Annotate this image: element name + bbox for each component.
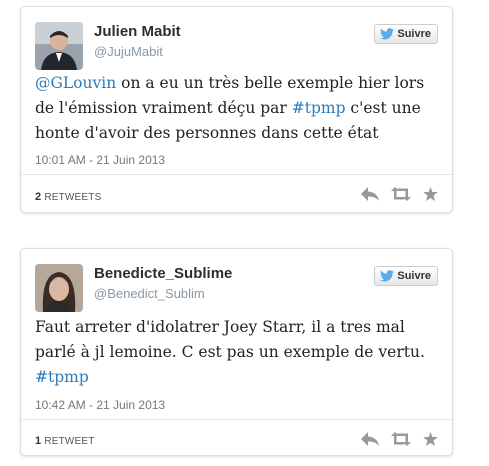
twitter-bird-icon	[380, 270, 395, 282]
author-handle[interactable]: @JujuMabit	[94, 44, 163, 59]
avatar[interactable]	[35, 22, 83, 70]
divider	[21, 419, 452, 420]
retweet-number: 2	[35, 191, 42, 203]
retweet-label: RETWEET	[44, 436, 95, 447]
tweet-text-segment: Faut arreter d'idolatrer Joey Starr, il …	[35, 318, 425, 361]
tweet-text: @GLouvin on a eu un très belle exemple h…	[35, 71, 442, 146]
timestamp[interactable]: 10:01 AM - 21 Juin 2013	[35, 153, 165, 167]
tweet-card: Benedicte_Sublime @Benedict_Sublim Suivr…	[20, 248, 453, 456]
reply-icon[interactable]	[361, 187, 379, 206]
divider	[21, 174, 452, 175]
follow-label: Suivre	[397, 28, 431, 40]
favorite-icon[interactable]	[423, 187, 438, 206]
retweet-count[interactable]: 2 RETWEETS	[35, 191, 101, 203]
follow-button[interactable]: Suivre	[374, 24, 438, 44]
retweet-count[interactable]: 1 RETWEET	[35, 435, 95, 447]
hashtag-link[interactable]: #tpmp	[292, 99, 346, 117]
hashtag-link[interactable]: #tpmp	[35, 368, 89, 386]
follow-button[interactable]: Suivre	[374, 266, 438, 286]
twitter-bird-icon	[380, 28, 395, 40]
reply-icon[interactable]	[361, 432, 379, 451]
tweet-card: Julien Mabit @JujuMabit Suivre @GLouvin …	[20, 6, 453, 213]
follow-label: Suivre	[397, 270, 431, 282]
retweet-icon[interactable]	[391, 432, 411, 451]
mention-link[interactable]: @GLouvin	[35, 74, 116, 92]
author-handle[interactable]: @Benedict_Sublim	[94, 286, 205, 301]
retweet-icon[interactable]	[391, 187, 411, 206]
tweet-actions	[361, 187, 438, 206]
avatar[interactable]	[35, 264, 83, 312]
author-name[interactable]: Julien Mabit	[94, 23, 181, 40]
retweet-number: 1	[35, 435, 42, 447]
favorite-icon[interactable]	[423, 432, 438, 451]
timestamp[interactable]: 10:42 AM - 21 Juin 2013	[35, 398, 165, 412]
tweet-actions	[361, 432, 438, 451]
tweet-text: Faut arreter d'idolatrer Joey Starr, il …	[35, 315, 442, 390]
author-name[interactable]: Benedicte_Sublime	[94, 265, 232, 282]
retweet-label: RETWEETS	[44, 192, 102, 203]
